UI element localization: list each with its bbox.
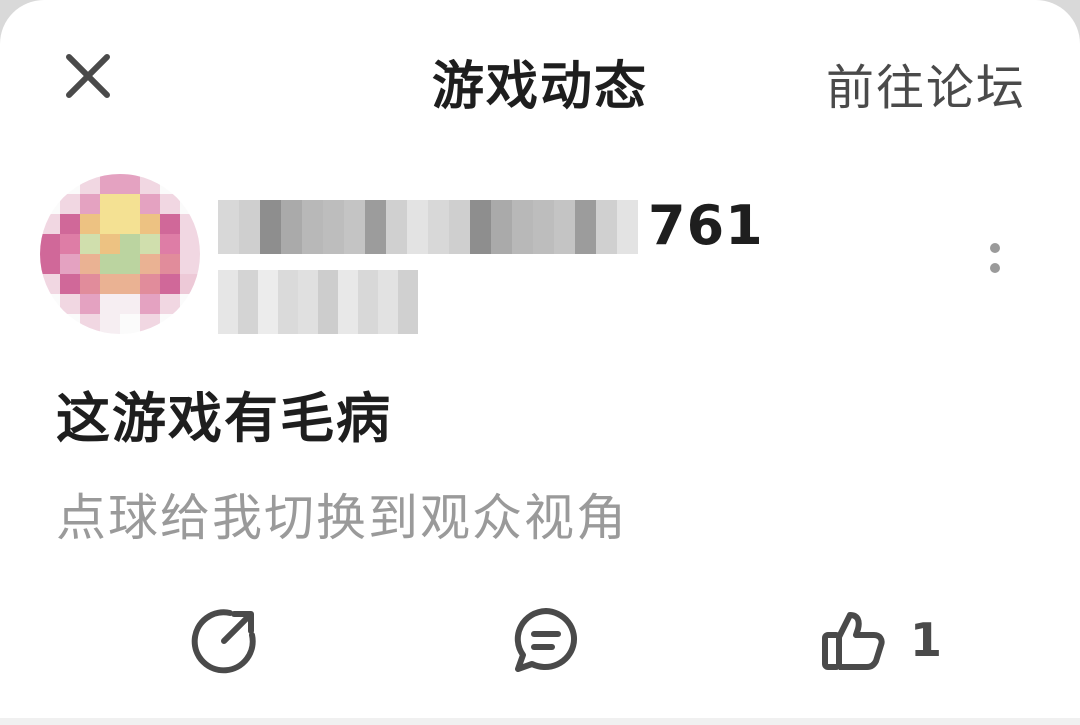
more-vertical-icon [990,243,1000,253]
bottom-divider [0,718,1080,725]
author-name-suffix: 761 [648,194,764,257]
avatar[interactable] [40,174,200,334]
post-author-row: 761 [0,160,1080,340]
like-count: 1 [910,613,943,667]
share-icon [191,609,256,674]
post-body[interactable]: 点球给我切换到观众视角 [56,478,628,550]
author-meta-blurred [218,270,418,334]
comment-button[interactable] [510,600,582,680]
dynamic-sheet: 游戏动态 前往论坛 761 这游戏有毛病 点球给我切换到观众视角 1 [0,0,1080,725]
more-options-button[interactable] [980,238,1010,278]
share-button[interactable] [190,600,260,680]
sheet-header: 游戏动态 前往论坛 [0,0,1080,150]
author-name-blurred [218,200,638,254]
comment-icon [514,608,577,672]
like-button[interactable]: 1 [820,600,942,680]
post-actions: 1 [0,590,1080,690]
go-to-forum-link[interactable]: 前往论坛 [826,48,1026,118]
thumbs-up-icon [822,612,885,670]
post-title[interactable]: 这游戏有毛病 [56,374,392,453]
more-vertical-icon-dot [990,263,1000,273]
